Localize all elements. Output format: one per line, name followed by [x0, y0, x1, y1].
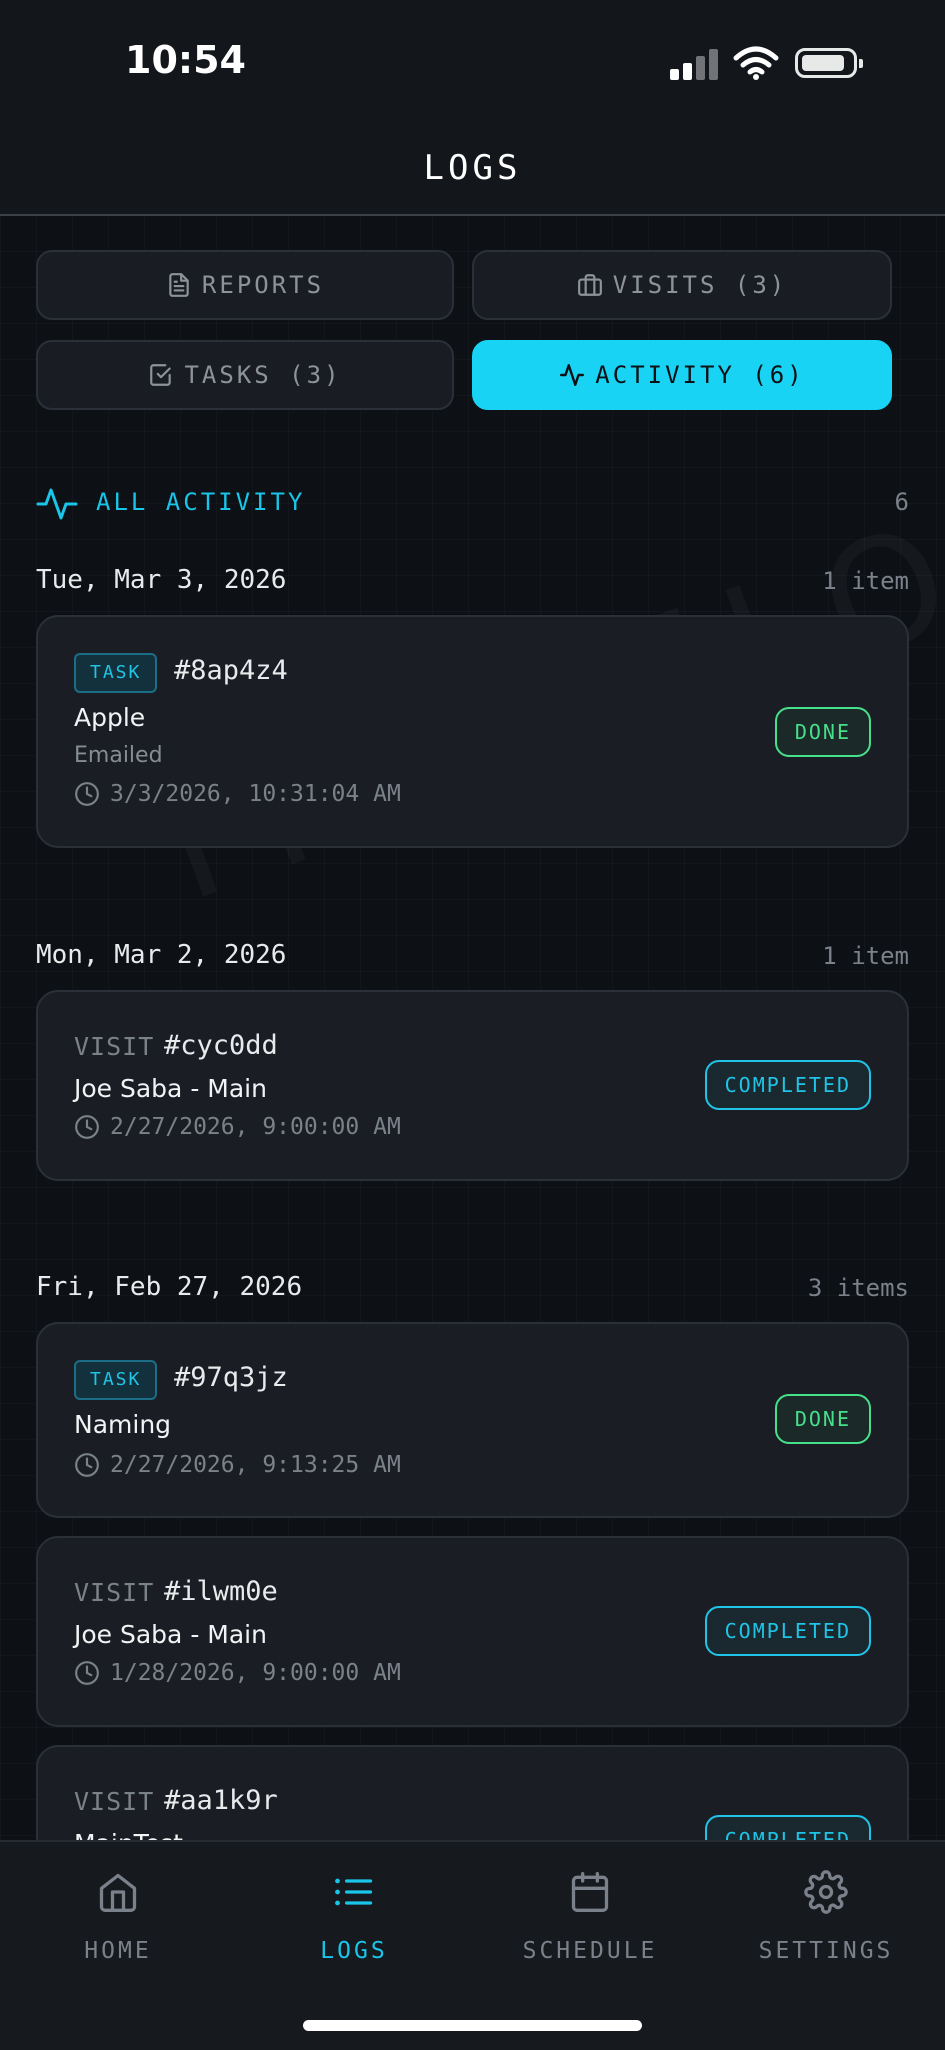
- home-indicator[interactable]: [303, 2020, 642, 2031]
- record-name: Joe Saba - Main: [74, 1074, 267, 1103]
- document-icon: [169, 273, 189, 297]
- clock-icon: [75, 1453, 99, 1477]
- status-bar: 10:54: [0, 0, 945, 110]
- type-label: VISIT: [74, 1578, 155, 1607]
- tab-schedule-label: SCHEDULE: [522, 1938, 658, 1964]
- cellular-signal-icon: [670, 48, 720, 80]
- tab-logs[interactable]: LOGS: [254, 1870, 454, 1964]
- timestamp: 1/28/2026, 9:00:00 AM: [74, 1660, 401, 1686]
- briefcase-icon: [577, 274, 602, 296]
- date-item-count: 1 item: [822, 567, 909, 595]
- status-badge: COMPLETED: [704, 1606, 871, 1656]
- activity-icon: [560, 364, 585, 386]
- clock-icon: [75, 782, 99, 806]
- timestamp: 3/3/2026, 10:31:04 AM: [74, 781, 401, 807]
- home-icon: [99, 1873, 137, 1912]
- tab-home[interactable]: HOME: [18, 1870, 218, 1964]
- record-name: Naming: [74, 1410, 172, 1439]
- date-item-count: 3 items: [807, 1274, 909, 1302]
- tab-activity[interactable]: ACTIVITY (6): [472, 340, 892, 410]
- wifi-icon: [733, 46, 779, 80]
- status-badge: DONE: [774, 1394, 871, 1444]
- timestamp: 2/27/2026, 9:00:00 AM: [74, 1114, 401, 1140]
- battery-icon: [795, 48, 863, 78]
- gear-icon: [804, 1870, 848, 1914]
- date-item-count: 1 item: [822, 942, 909, 970]
- record-id: #cyc0dd: [164, 1030, 278, 1061]
- record-name: Apple: [74, 703, 146, 732]
- tab-reports[interactable]: REPORTS: [36, 250, 454, 320]
- tab-visits[interactable]: VISITS (3): [472, 250, 892, 320]
- timestamp-text: 1/28/2026, 9:00:00 AM: [110, 1660, 401, 1686]
- tab-settings-label: SETTINGS: [758, 1938, 894, 1964]
- activity-card[interactable]: VISIT #cyc0dd Joe Saba - Main 2/27/2026,…: [36, 990, 909, 1181]
- tab-activity-label: ACTIVITY (6): [595, 361, 805, 389]
- status-badge: DONE: [774, 707, 871, 757]
- activity-card[interactable]: VISIT #ilwm0e Joe Saba - Main 1/28/2026,…: [36, 1536, 909, 1727]
- date-heading: Fri, Feb 27, 2026: [36, 1272, 303, 1302]
- date-heading: Mon, Mar 2, 2026: [36, 940, 287, 970]
- timestamp: 2/27/2026, 9:13:25 AM: [74, 1452, 401, 1478]
- page-title: LOGS: [423, 148, 522, 188]
- list-icon: [335, 1878, 373, 1906]
- tab-visits-label: VISITS (3): [612, 271, 788, 299]
- record-id: #8ap4z4: [174, 655, 288, 686]
- tab-settings[interactable]: SETTINGS: [726, 1870, 926, 1964]
- record-id: #aa1k9r: [164, 1785, 278, 1816]
- status-badge: COMPLETED: [704, 1060, 871, 1110]
- checkbox-icon: [150, 364, 172, 386]
- timestamp-text: 2/27/2026, 9:00:00 AM: [110, 1114, 401, 1140]
- tab-logs-label: LOGS: [320, 1938, 388, 1964]
- status-time: 10:54: [125, 38, 246, 82]
- record-note: Emailed: [74, 743, 163, 768]
- type-tag: TASK: [74, 653, 158, 693]
- section-count: 6: [894, 488, 909, 516]
- activity-card[interactable]: TASK #8ap4z4 Apple Emailed 3/3/2026, 10:…: [36, 615, 909, 848]
- record-id: #97q3jz: [174, 1362, 288, 1393]
- header: LOGS: [0, 110, 945, 216]
- type-label: VISIT: [74, 1787, 155, 1816]
- timestamp-text: 2/27/2026, 9:13:25 AM: [110, 1452, 401, 1478]
- bottom-tab-bar: HOME LOGS SCHEDULE SETTINGS: [0, 1840, 945, 2050]
- type-label: VISIT: [74, 1032, 155, 1061]
- tab-schedule[interactable]: SCHEDULE: [490, 1870, 690, 1964]
- tab-tasks[interactable]: TASKS (3): [36, 340, 454, 410]
- section-title: ALL ACTIVITY: [96, 488, 306, 516]
- clock-icon: [75, 1115, 99, 1139]
- tab-reports-label: REPORTS: [201, 271, 325, 299]
- type-tag: TASK: [74, 1360, 158, 1400]
- activity-card[interactable]: TASK #97q3jz Naming 2/27/2026, 9:13:25 A…: [36, 1322, 909, 1518]
- activity-pulse-icon: [36, 488, 78, 520]
- clock-icon: [75, 1661, 99, 1685]
- timestamp-text: 3/3/2026, 10:31:04 AM: [110, 781, 401, 807]
- tab-home-label: HOME: [84, 1938, 152, 1964]
- tab-tasks-label: TASKS (3): [184, 361, 342, 389]
- record-name: Joe Saba - Main: [74, 1620, 267, 1649]
- record-id: #ilwm0e: [164, 1576, 278, 1607]
- calendar-icon: [571, 1872, 609, 1912]
- date-heading: Tue, Mar 3, 2026: [36, 565, 287, 595]
